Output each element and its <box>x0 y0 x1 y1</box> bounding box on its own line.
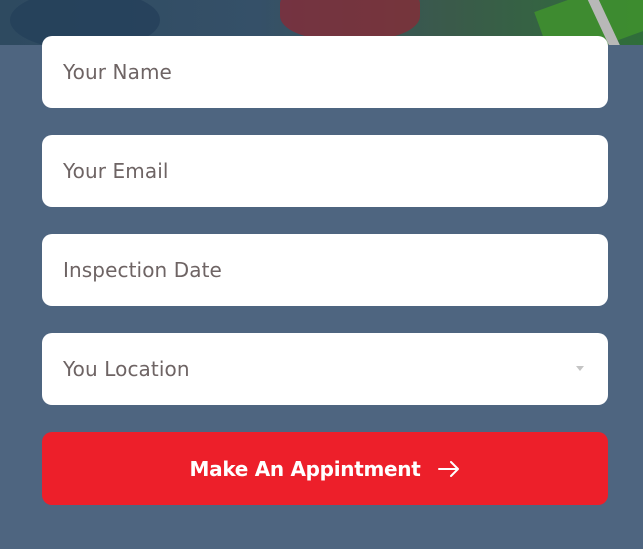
inspection-date-field[interactable]: Inspection Date <box>42 234 608 306</box>
hero-image-shape <box>280 0 420 40</box>
email-field-placeholder: Your Email <box>63 159 169 183</box>
email-field[interactable]: Your Email <box>42 135 608 207</box>
location-select[interactable]: You Location <box>42 333 608 405</box>
arrow-right-icon <box>438 460 460 477</box>
inspection-date-placeholder: Inspection Date <box>63 258 222 282</box>
chevron-down-icon <box>576 366 584 371</box>
make-appointment-label: Make An Appintment <box>189 456 421 481</box>
location-select-placeholder: You Location <box>63 357 190 381</box>
make-appointment-button[interactable]: Make An Appintment <box>42 432 608 505</box>
name-field[interactable]: Your Name <box>42 36 608 108</box>
appointment-form: Your Name Your Email Inspection Date You… <box>42 36 608 505</box>
name-field-placeholder: Your Name <box>63 60 172 84</box>
